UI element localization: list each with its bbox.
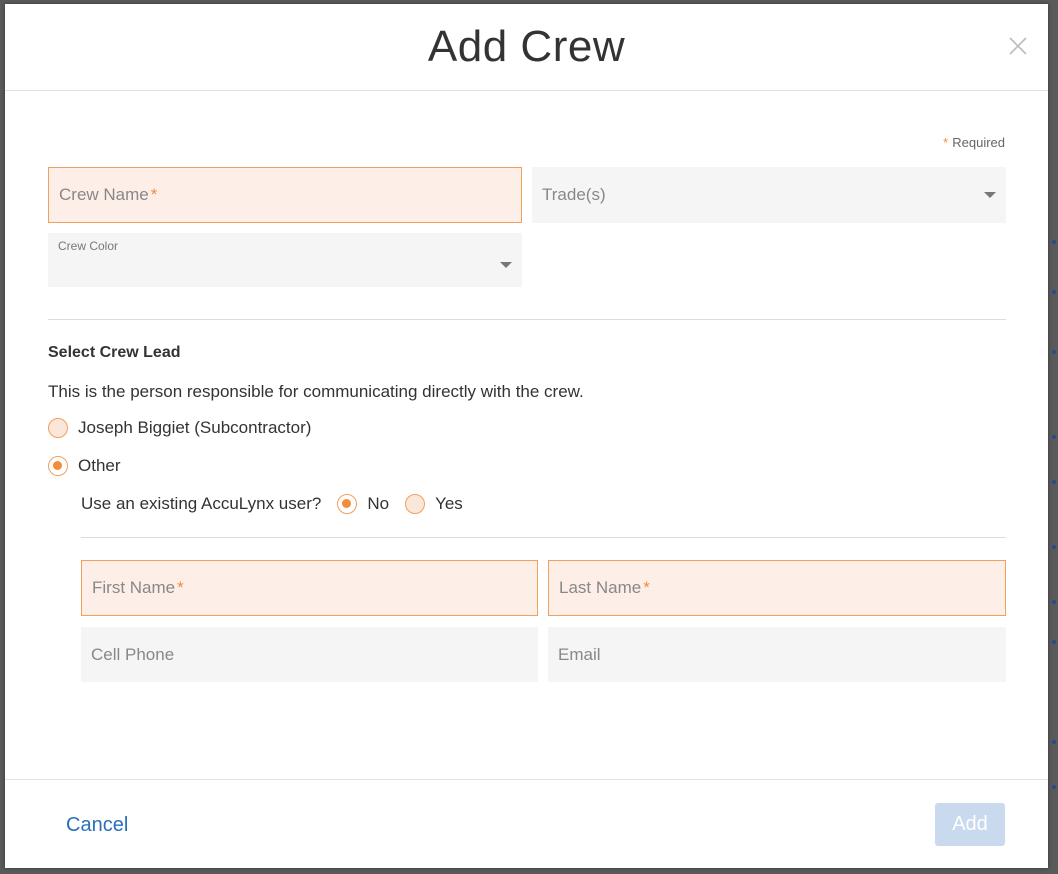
cell-phone-placeholder: Cell Phone bbox=[91, 644, 175, 664]
radio-label: No bbox=[367, 494, 390, 513]
crew-lead-option-other[interactable]: Other bbox=[48, 456, 121, 476]
first-name-placeholder: First Name bbox=[92, 578, 176, 597]
add-button[interactable]: Add bbox=[935, 803, 1005, 846]
dialog-header: Add Crew bbox=[5, 4, 1048, 91]
last-name-input[interactable]: Last Name * bbox=[548, 560, 1006, 616]
section-divider bbox=[48, 319, 1006, 320]
radio-label: Yes bbox=[435, 494, 463, 513]
cancel-button[interactable]: Cancel bbox=[66, 814, 128, 837]
crew-lead-description: This is the person responsible for commu… bbox=[48, 382, 584, 401]
backdrop bbox=[1050, 0, 1058, 874]
crew-name-input[interactable]: Crew Name * bbox=[48, 167, 522, 223]
crew-color-label: Crew Color bbox=[58, 239, 119, 253]
chevron-down-icon bbox=[984, 192, 996, 198]
last-name-placeholder: Last Name bbox=[559, 578, 642, 597]
radio-joseph-biggiet[interactable] bbox=[48, 418, 68, 438]
radio-existing-yes[interactable] bbox=[405, 494, 426, 514]
required-note-text: Required bbox=[952, 135, 1005, 150]
first-name-input[interactable]: First Name * bbox=[81, 560, 538, 616]
add-crew-dialog: Add Crew * Required Crew Name * Trade(s) C… bbox=[5, 4, 1048, 868]
radio-label: Other bbox=[78, 456, 121, 475]
dialog-title: Add Crew bbox=[427, 22, 626, 71]
crew-name-placeholder: Crew Name bbox=[59, 185, 149, 204]
cell-phone-input[interactable]: Cell Phone bbox=[81, 627, 538, 682]
existing-user-row: Use an existing AccuLynx user? No Yes bbox=[81, 494, 463, 514]
required-star: * bbox=[643, 578, 650, 597]
crew-lead-option-joseph[interactable]: Joseph Biggiet (Subcontractor) bbox=[48, 418, 311, 438]
chevron-down-icon bbox=[500, 262, 512, 269]
trades-placeholder: Trade(s) bbox=[542, 185, 606, 204]
subsection-divider bbox=[81, 537, 1006, 538]
radio-other[interactable] bbox=[48, 456, 68, 476]
required-star: * bbox=[177, 578, 184, 597]
radio-existing-no[interactable] bbox=[337, 494, 358, 514]
existing-user-question: Use an existing AccuLynx user? bbox=[81, 494, 322, 513]
close-icon[interactable] bbox=[1004, 32, 1032, 60]
footer-divider bbox=[5, 779, 1048, 780]
email-placeholder: Email bbox=[558, 644, 601, 664]
required-star: * bbox=[150, 185, 158, 204]
email-input[interactable]: Email bbox=[548, 627, 1006, 682]
required-note: * Required bbox=[943, 135, 1005, 150]
required-star: * bbox=[943, 135, 949, 150]
radio-label: Joseph Biggiet (Subcontractor) bbox=[78, 418, 312, 437]
crew-lead-title: Select Crew Lead bbox=[48, 344, 181, 361]
trades-select[interactable]: Trade(s) bbox=[532, 167, 1006, 223]
crew-color-select[interactable]: Crew Color bbox=[48, 233, 522, 287]
